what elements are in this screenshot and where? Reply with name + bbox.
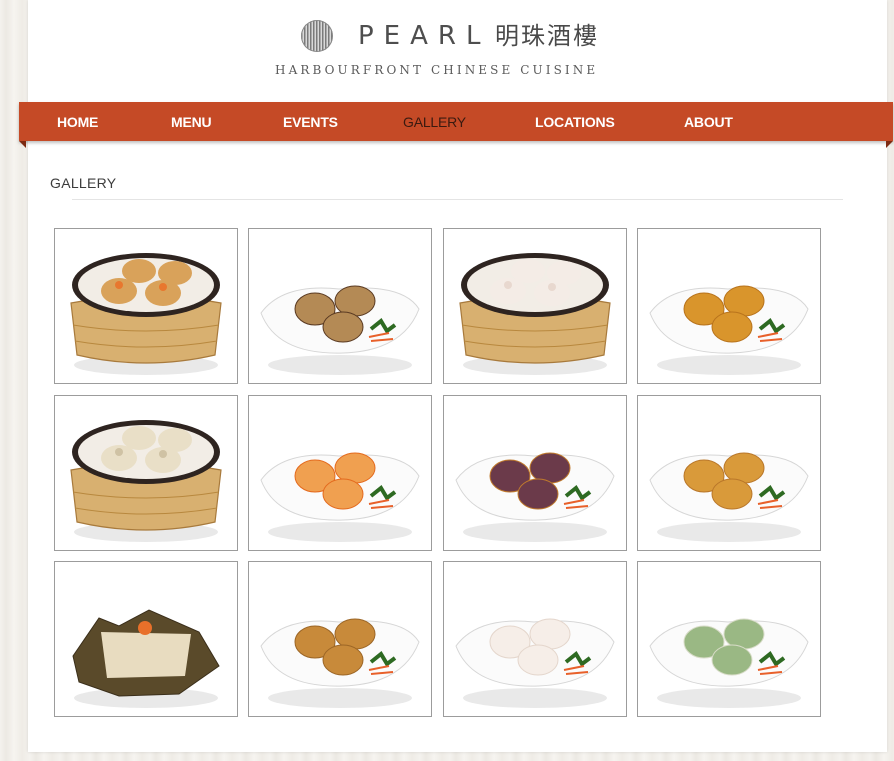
gallery-thumbnail-sticky-rice-lotus-leaf[interactable] [54,561,238,717]
logo-chinese-name: 明珠酒樓 [495,22,599,50]
nav-item-about[interactable]: ABOUT [684,102,733,141]
food-photo [59,400,233,546]
nav-item-events[interactable]: EVENTS [283,102,338,141]
gallery-thumbnail-vegetable-dumplings-plate[interactable] [637,561,821,717]
food-photo [253,233,427,379]
title-divider [72,199,843,200]
page-title: GALLERY [50,175,117,191]
food-photo [253,400,427,546]
gallery-thumbnail-rice-noodle-rolls-plate[interactable] [443,561,627,717]
pearl-logo-icon[interactable] [301,20,333,52]
food-photo [642,566,816,712]
site-header: PEARL 明珠酒樓 HARBOURFRONT CHINESE CUISINE [28,0,887,100]
gallery-thumbnail-fried-cakes-plate[interactable] [637,395,821,551]
food-photo [448,233,622,379]
logo-tagline: HARBOURFRONT CHINESE CUISINE [275,63,599,77]
food-photo [448,566,622,712]
gallery-thumbnail-stuffed-eggplant-plate[interactable] [443,395,627,551]
gallery-thumbnail-baked-pastry-plate[interactable] [637,228,821,384]
page-container: PEARL 明珠酒樓 HARBOURFRONT CHINESE CUISINE … [19,0,893,752]
nav-item-gallery[interactable]: GALLERY [403,102,466,141]
gallery-thumbnail-sesame-balls-plate[interactable] [248,228,432,384]
food-photo [448,400,622,546]
gallery-thumbnail-tofu-skin-rolls-plate[interactable] [248,561,432,717]
food-photo [59,233,233,379]
main-navigation: HOME MENU EVENTS GALLERY LOCATIONS ABOUT [19,102,893,148]
nav-item-locations[interactable]: LOCATIONS [535,102,615,141]
food-photo [59,566,233,712]
food-photo [253,566,427,712]
gallery-thumbnail-har-gow-steamer[interactable] [443,228,627,384]
gallery-thumbnail-dumplings-steamer[interactable] [54,395,238,551]
food-photo [642,400,816,546]
nav-item-home[interactable]: HOME [57,102,98,141]
food-photo [642,233,816,379]
nav-item-menu[interactable]: MENU [171,102,212,141]
gallery-thumbnail-shrimp-balls-plate[interactable] [248,395,432,551]
logo-name[interactable]: PEARL [358,19,490,53]
gallery-thumbnail-shrimp-siu-mai-steamer[interactable] [54,228,238,384]
